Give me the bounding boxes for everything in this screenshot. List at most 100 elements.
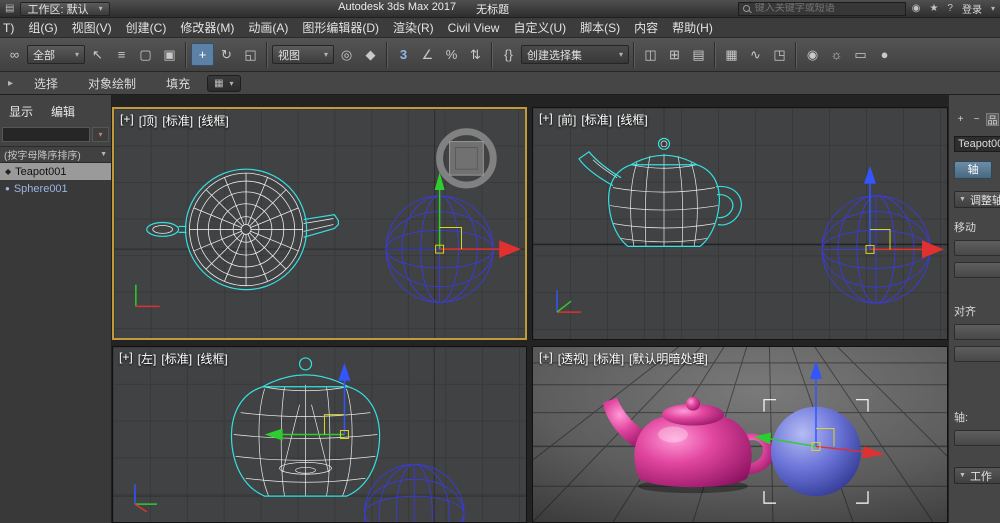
menu-tools[interactable]: T) bbox=[2, 18, 21, 37]
select-and-scale-icon[interactable]: ◱ bbox=[239, 43, 262, 66]
create-tab-icon[interactable]: + bbox=[954, 113, 967, 126]
snap-toggle-3d-icon[interactable]: 3 bbox=[392, 43, 415, 66]
viewport-menu-general[interactable]: [+] bbox=[120, 112, 134, 129]
search-input[interactable] bbox=[754, 3, 901, 14]
chevron-down-icon[interactable]: ▾ bbox=[991, 4, 995, 13]
viewport-perspective[interactable]: [+] [透视] [标准] [默认明暗处理] bbox=[532, 346, 948, 523]
command-panel-tabs: + ~ 品 ◎ bbox=[954, 113, 1000, 127]
app-menu-icon[interactable]: ▤ bbox=[5, 3, 14, 14]
ribbon-collapse-icon[interactable]: ▸ bbox=[4, 78, 17, 89]
viewport-menu-standard[interactable]: [标准] bbox=[581, 111, 612, 128]
viewport-menu-pov[interactable]: [前] bbox=[558, 111, 577, 128]
viewport-front-canvas[interactable] bbox=[533, 108, 947, 339]
layer-explorer-icon[interactable]: ▤ bbox=[687, 43, 710, 66]
tab-display[interactable]: 显示 bbox=[9, 103, 33, 120]
viewport-menu-pov[interactable]: [左] bbox=[138, 350, 157, 367]
ribbon-tab-populate[interactable]: 填充 bbox=[153, 73, 203, 94]
help-icon[interactable]: ? bbox=[947, 3, 953, 14]
select-and-rotate-icon[interactable]: ↻ bbox=[215, 43, 238, 66]
menu-create[interactable]: 创建(C) bbox=[119, 18, 174, 37]
viewport-menu-pov[interactable]: [透视] bbox=[558, 350, 589, 367]
viewport-menu-shading[interactable]: [线框] bbox=[617, 111, 648, 128]
favorites-star-icon[interactable]: ★ bbox=[929, 3, 938, 14]
rectangular-selection-icon[interactable]: ▢ bbox=[134, 43, 157, 66]
viewport-perspective-canvas[interactable] bbox=[533, 347, 947, 522]
menu-views[interactable]: 视图(V) bbox=[65, 18, 119, 37]
tab-edit[interactable]: 编辑 bbox=[51, 103, 75, 120]
ribbon-tab-object-paint[interactable]: 对象绘制 bbox=[75, 73, 149, 94]
viewport-top-canvas[interactable] bbox=[114, 109, 525, 338]
menu-civil-view[interactable]: Civil View bbox=[441, 18, 507, 37]
reference-coordinate-dropdown[interactable]: 视图 ▾ bbox=[272, 45, 334, 64]
menu-content[interactable]: 内容 bbox=[627, 18, 665, 37]
signin-button[interactable]: 登录 bbox=[962, 1, 982, 16]
select-object-icon[interactable]: ↖ bbox=[86, 43, 109, 66]
edit-named-selection-sets-icon[interactable]: {} bbox=[497, 43, 520, 66]
select-and-move-icon[interactable]: + bbox=[191, 43, 214, 66]
viewport-left-canvas[interactable] bbox=[113, 347, 526, 522]
viewport-menu-standard[interactable]: [标准] bbox=[593, 350, 624, 367]
named-selection-sets-dropdown[interactable]: 创建选择集 ▾ bbox=[521, 45, 629, 64]
material-editor-icon[interactable]: ◉ bbox=[801, 43, 824, 66]
hierarchy-tab-icon[interactable]: 品 bbox=[986, 113, 999, 127]
menu-scripting[interactable]: 脚本(S) bbox=[573, 18, 627, 37]
rollout-caret-icon: ▼ bbox=[959, 472, 966, 479]
community-icon[interactable]: ◉ bbox=[912, 3, 921, 14]
pivot-button[interactable]: 轴 bbox=[954, 161, 992, 179]
working-pivot-rollout[interactable]: ▼ 工作 bbox=[954, 467, 1000, 484]
modify-tab-icon[interactable]: ~ bbox=[970, 113, 983, 126]
explorer-search-input[interactable] bbox=[2, 127, 90, 142]
viewport-menu-general[interactable]: [+] bbox=[539, 350, 553, 367]
sort-header[interactable]: (按字母降序排序) ▼ bbox=[0, 146, 111, 163]
percent-snap-icon[interactable]: % bbox=[440, 43, 463, 66]
use-pivot-center-icon[interactable]: ◎ bbox=[335, 43, 358, 66]
viewport-menu-general[interactable]: [+] bbox=[539, 111, 553, 128]
curve-editor-icon[interactable]: ∿ bbox=[744, 43, 767, 66]
window-crossing-icon[interactable]: ▣ bbox=[158, 43, 181, 66]
menu-modifiers[interactable]: 修改器(M) bbox=[173, 18, 241, 37]
viewport-menu-pov[interactable]: [顶] bbox=[139, 112, 158, 129]
ribbon-options-dropdown[interactable]: ▦ ▾ bbox=[207, 74, 241, 92]
viewport-menu-standard[interactable]: [标准] bbox=[162, 112, 193, 129]
viewport-top[interactable]: [+] [顶] [标准] [线框] bbox=[112, 107, 527, 340]
angle-snap-icon[interactable]: ∠ bbox=[416, 43, 439, 66]
viewport-menu-standard[interactable]: [标准] bbox=[161, 350, 192, 367]
viewport-menu-shading[interactable]: [线框] bbox=[197, 350, 228, 367]
affect-object-only-button[interactable] bbox=[954, 262, 1000, 278]
adjust-pivot-rollout[interactable]: ▼ 调整轴 bbox=[954, 191, 1000, 208]
object-name-label: Sphere001 bbox=[13, 182, 68, 195]
select-and-link-icon[interactable]: ∞ bbox=[3, 43, 26, 66]
ribbon-toggle-icon[interactable]: ▦ bbox=[720, 43, 743, 66]
workspace-dropdown[interactable]: 工作区: 默认 ▾ bbox=[20, 1, 110, 16]
viewport-menu-shading[interactable]: [默认明暗处理] bbox=[629, 350, 708, 367]
selection-filter-dropdown[interactable]: 全部 ▾ bbox=[27, 45, 85, 64]
menu-animation[interactable]: 动画(A) bbox=[241, 18, 295, 37]
rendered-frame-icon[interactable]: ▭ bbox=[849, 43, 872, 66]
affect-pivot-only-button[interactable] bbox=[954, 240, 1000, 256]
viewport-menu-general[interactable]: [+] bbox=[119, 350, 133, 367]
ribbon-tab-select[interactable]: 选择 bbox=[21, 73, 71, 94]
viewport-menu-shading[interactable]: [线框] bbox=[198, 112, 229, 129]
render-production-icon[interactable]: ● bbox=[873, 43, 896, 66]
menu-group[interactable]: 组(G) bbox=[21, 18, 64, 37]
align-to-object-button[interactable] bbox=[954, 346, 1000, 362]
menu-graph-editors[interactable]: 图形编辑器(D) bbox=[295, 18, 386, 37]
object-name-field[interactable]: Teapot00 bbox=[954, 136, 1000, 152]
reset-pivot-button[interactable] bbox=[954, 430, 1000, 446]
viewport-left[interactable]: [+] [左] [标准] [线框] bbox=[112, 346, 527, 523]
list-item-sphere001[interactable]: ● Sphere001 bbox=[0, 180, 111, 197]
select-by-name-icon[interactable]: ≡ bbox=[110, 43, 133, 66]
center-to-object-button[interactable] bbox=[954, 324, 1000, 340]
menu-rendering[interactable]: 渲染(R) bbox=[386, 18, 441, 37]
schematic-view-icon[interactable]: ◳ bbox=[768, 43, 791, 66]
mirror-icon[interactable]: ◫ bbox=[639, 43, 662, 66]
spinner-snap-icon[interactable]: ⇅ bbox=[464, 43, 487, 66]
viewport-front[interactable]: [+] [前] [标准] [线框] bbox=[532, 107, 948, 340]
select-and-manipulate-icon[interactable]: ◆ bbox=[359, 43, 382, 66]
menu-help[interactable]: 帮助(H) bbox=[665, 18, 720, 37]
menu-customize[interactable]: 自定义(U) bbox=[506, 18, 573, 37]
align-icon[interactable]: ⊞ bbox=[663, 43, 686, 66]
explorer-filter-button[interactable]: ▾ bbox=[92, 127, 109, 142]
render-setup-icon[interactable]: ☼ bbox=[825, 43, 848, 66]
list-item-teapot001[interactable]: ◆ Teapot001 bbox=[0, 163, 111, 180]
